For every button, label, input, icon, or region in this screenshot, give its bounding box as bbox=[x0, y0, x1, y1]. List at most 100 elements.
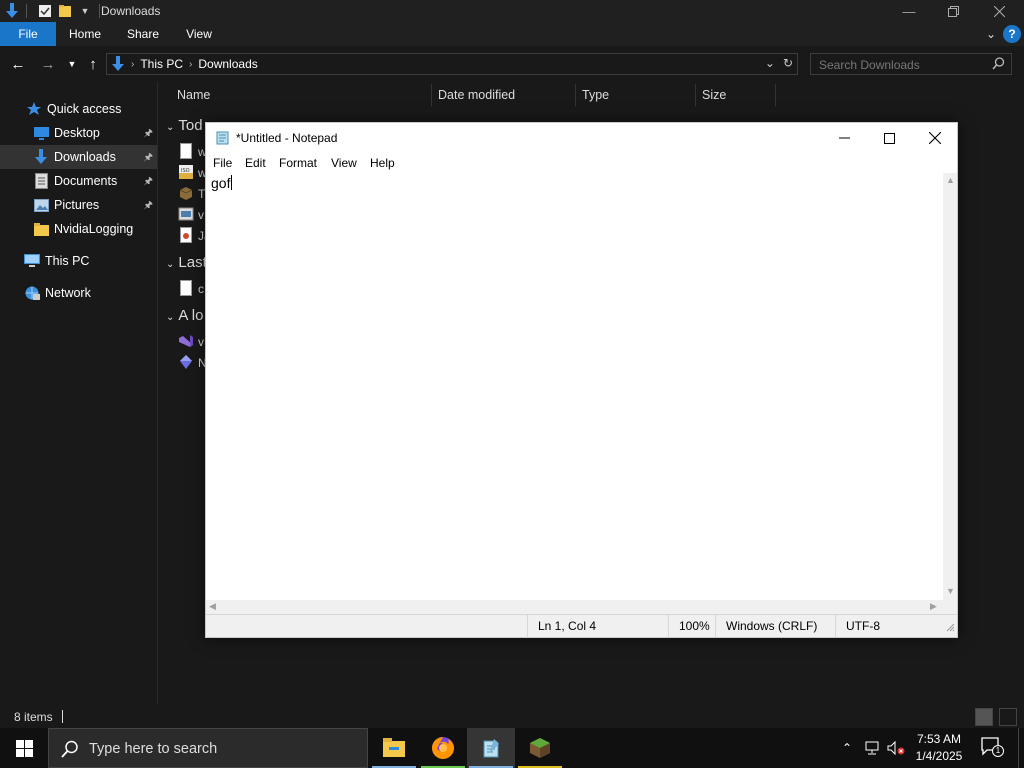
details-view-icon[interactable] bbox=[975, 708, 993, 726]
column-divider[interactable] bbox=[775, 84, 776, 106]
group-header[interactable]: ⌄ Tod bbox=[166, 117, 203, 134]
pin-icon[interactable]: 🖈 bbox=[144, 150, 153, 167]
taskbar: Type here to search ⌃ 7:53 AM 1/4/2025 1 bbox=[0, 728, 1024, 768]
network-icon bbox=[24, 285, 40, 301]
text-editor-area[interactable]: gof bbox=[206, 173, 943, 600]
group-label: Tod bbox=[178, 117, 203, 134]
navigation-bar: ← → ▼ ↑ › This PC › Downloads ⌄ ↻ Search… bbox=[0, 46, 1024, 82]
resize-grip-icon[interactable] bbox=[945, 621, 955, 632]
column-header-date-modified[interactable]: Date modified bbox=[438, 84, 515, 106]
taskbar-app-file-explorer[interactable] bbox=[370, 728, 418, 768]
scroll-right-icon[interactable]: ▶ bbox=[930, 601, 937, 612]
search-input[interactable]: Search Downloads bbox=[810, 53, 1012, 75]
customize-toolbar-icon[interactable]: ▼ bbox=[77, 3, 93, 19]
up-arrow-icon[interactable]: ↑ bbox=[83, 54, 103, 74]
sidebar-item-quick-access[interactable]: Quick access bbox=[0, 97, 157, 121]
recent-locations-icon[interactable]: ▼ bbox=[62, 54, 82, 74]
minecraft-icon bbox=[530, 738, 550, 758]
sidebar-item-pictures[interactable]: Pictures 🖈 bbox=[0, 193, 157, 217]
editor-content: gof bbox=[211, 175, 231, 191]
pin-icon[interactable]: 🖈 bbox=[144, 198, 153, 215]
horizontal-scrollbar[interactable]: ◀ ▶ bbox=[206, 600, 943, 614]
help-icon[interactable]: ? bbox=[1003, 25, 1021, 43]
breadcrumb-chevron-icon[interactable]: › bbox=[189, 59, 192, 70]
sidebar-item-label: Downloads bbox=[54, 150, 116, 164]
maximize-button[interactable] bbox=[866, 123, 912, 153]
tab-share[interactable]: Share bbox=[120, 22, 166, 46]
group-header[interactable]: ⌄ Last bbox=[166, 254, 207, 271]
notepad-title-bar[interactable]: *Untitled - Notepad bbox=[206, 123, 957, 153]
menu-format[interactable]: Format bbox=[279, 156, 317, 170]
network-icon[interactable] bbox=[861, 728, 883, 768]
back-arrow-icon[interactable]: ← bbox=[8, 54, 28, 74]
breadcrumb-this-pc[interactable]: This PC bbox=[140, 57, 183, 71]
download-icon bbox=[33, 149, 49, 165]
explorer-title-bar[interactable]: ▼ Downloads — bbox=[0, 0, 1024, 22]
action-center-button[interactable]: 1 bbox=[980, 736, 1006, 760]
sidebar-item-downloads[interactable]: Downloads 🖈 bbox=[0, 145, 157, 169]
start-button[interactable] bbox=[0, 728, 48, 768]
column-divider[interactable] bbox=[695, 84, 696, 106]
sidebar-item-network[interactable]: Network bbox=[0, 281, 157, 305]
notepad-status-bar: Ln 1, Col 4 100% Windows (CRLF) UTF-8 bbox=[206, 614, 957, 638]
show-desktop-button[interactable] bbox=[1018, 728, 1019, 768]
taskbar-app-firefox[interactable] bbox=[419, 728, 467, 768]
vertical-scrollbar[interactable]: ▲ ▼ bbox=[943, 173, 957, 600]
address-bar[interactable]: › This PC › Downloads ⌄ ↻ bbox=[106, 53, 798, 75]
notepad-icon bbox=[483, 739, 499, 758]
menu-view[interactable]: View bbox=[331, 156, 357, 170]
scroll-left-icon[interactable]: ◀ bbox=[209, 601, 216, 612]
sidebar-item-nvidialogging[interactable]: NvidiaLogging bbox=[0, 217, 157, 241]
sidebar-item-this-pc[interactable]: This PC bbox=[0, 249, 157, 273]
tab-file[interactable]: File bbox=[0, 22, 56, 46]
pin-icon[interactable]: 🖈 bbox=[144, 126, 153, 143]
taskbar-app-notepad[interactable] bbox=[467, 728, 515, 768]
show-hidden-icons-icon[interactable]: ⌃ bbox=[837, 728, 857, 768]
pin-icon[interactable]: 🖈 bbox=[144, 174, 153, 191]
cursor-position: Ln 1, Col 4 bbox=[527, 615, 668, 638]
clock-time: 7:53 AM bbox=[916, 732, 962, 746]
address-dropdown-icon[interactable]: ⌄ bbox=[765, 56, 775, 70]
group-header[interactable]: ⌄ A lo bbox=[166, 307, 203, 324]
minimize-button[interactable]: — bbox=[886, 0, 932, 22]
large-icons-view-icon[interactable] bbox=[999, 708, 1017, 726]
java-file-icon bbox=[180, 227, 192, 243]
breadcrumb-chevron-icon[interactable]: › bbox=[131, 59, 134, 70]
column-header-name[interactable]: Name bbox=[177, 84, 210, 106]
close-button[interactable] bbox=[912, 123, 958, 153]
status-divider bbox=[62, 710, 63, 723]
minimize-button[interactable] bbox=[821, 123, 867, 153]
scroll-down-icon[interactable]: ▼ bbox=[946, 586, 955, 596]
sidebar-item-desktop[interactable]: Desktop 🖈 bbox=[0, 121, 157, 145]
close-button[interactable] bbox=[976, 0, 1022, 22]
column-divider[interactable] bbox=[431, 84, 432, 106]
volume-muted-icon[interactable] bbox=[885, 728, 907, 768]
properties-icon[interactable] bbox=[37, 3, 53, 19]
restore-button[interactable] bbox=[930, 0, 976, 22]
column-divider[interactable] bbox=[575, 84, 576, 106]
installer-icon bbox=[178, 207, 194, 221]
forward-arrow-icon[interactable]: → bbox=[38, 54, 58, 74]
system-clock[interactable]: 7:53 AM 1/4/2025 bbox=[910, 731, 968, 765]
expand-ribbon-icon[interactable]: ⌄ bbox=[986, 27, 996, 41]
menu-help[interactable]: Help bbox=[370, 156, 395, 170]
taskbar-app-minecraft[interactable] bbox=[516, 728, 564, 768]
pane-divider[interactable] bbox=[157, 82, 158, 704]
menu-file[interactable]: File bbox=[213, 156, 232, 170]
sidebar-item-documents[interactable]: Documents 🖈 bbox=[0, 169, 157, 193]
scroll-up-icon[interactable]: ▲ bbox=[946, 175, 955, 185]
file-icon bbox=[180, 280, 192, 296]
column-header-type[interactable]: Type bbox=[582, 84, 609, 106]
column-header-size[interactable]: Size bbox=[702, 84, 726, 106]
new-folder-icon[interactable] bbox=[57, 3, 73, 19]
taskbar-search-input[interactable]: Type here to search bbox=[48, 728, 368, 768]
menu-edit[interactable]: Edit bbox=[245, 156, 266, 170]
file-icon bbox=[180, 143, 192, 159]
refresh-icon[interactable]: ↻ bbox=[783, 56, 793, 70]
clock-date: 1/4/2025 bbox=[915, 749, 963, 763]
tab-view[interactable]: View bbox=[178, 22, 220, 46]
menu-bar: File Edit Format View Help bbox=[206, 153, 957, 173]
tab-home[interactable]: Home bbox=[62, 22, 108, 46]
breadcrumb-downloads[interactable]: Downloads bbox=[198, 57, 257, 71]
documents-icon bbox=[33, 173, 49, 189]
